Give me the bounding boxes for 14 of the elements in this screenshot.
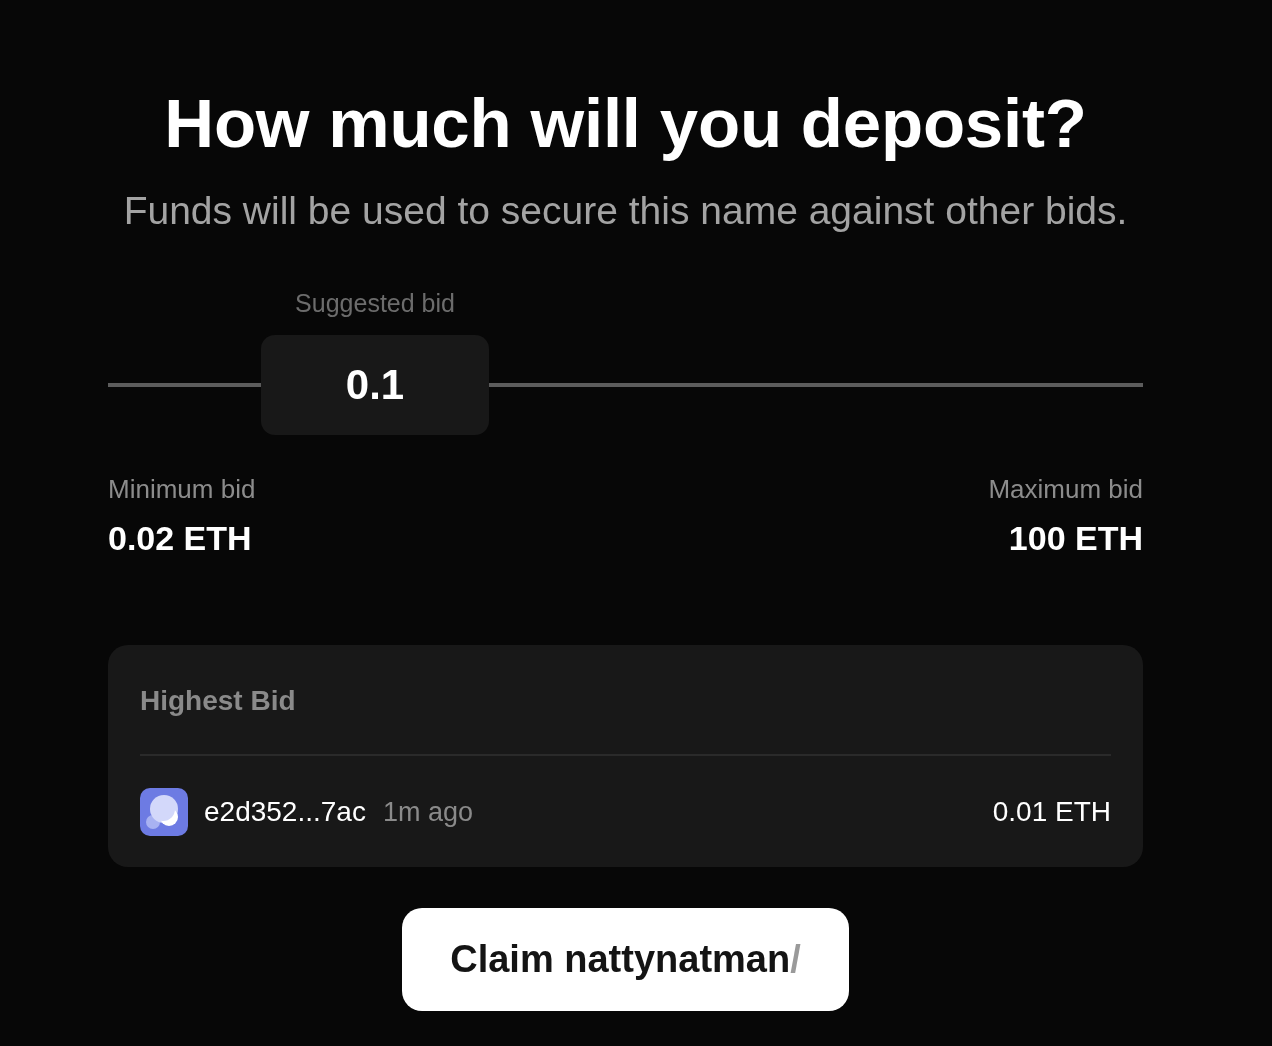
range-label: Minimum bid bbox=[108, 473, 256, 505]
range-label: Maximum bid bbox=[988, 473, 1143, 505]
bid-amount: 0.01 ETH bbox=[992, 795, 1111, 829]
bid-time: 1m ago bbox=[382, 796, 473, 829]
card-title: Highest Bid bbox=[140, 684, 296, 718]
page-title: How much will you deposit? bbox=[164, 85, 1087, 163]
bidder-address: e2d352...7ac bbox=[204, 795, 366, 829]
page-subtitle: Funds will be used to secure this name against other bids. bbox=[123, 189, 1128, 233]
avatar-icon bbox=[140, 788, 188, 836]
slider-label: Suggested bid bbox=[295, 288, 455, 318]
claim-button[interactable]: Claim nattynatman/ bbox=[402, 908, 849, 1011]
range-value: 0.02 ETH bbox=[108, 518, 253, 558]
slider-thumb[interactable]: 0.1 bbox=[261, 335, 489, 435]
range-value: 100 ETH bbox=[1008, 518, 1143, 558]
